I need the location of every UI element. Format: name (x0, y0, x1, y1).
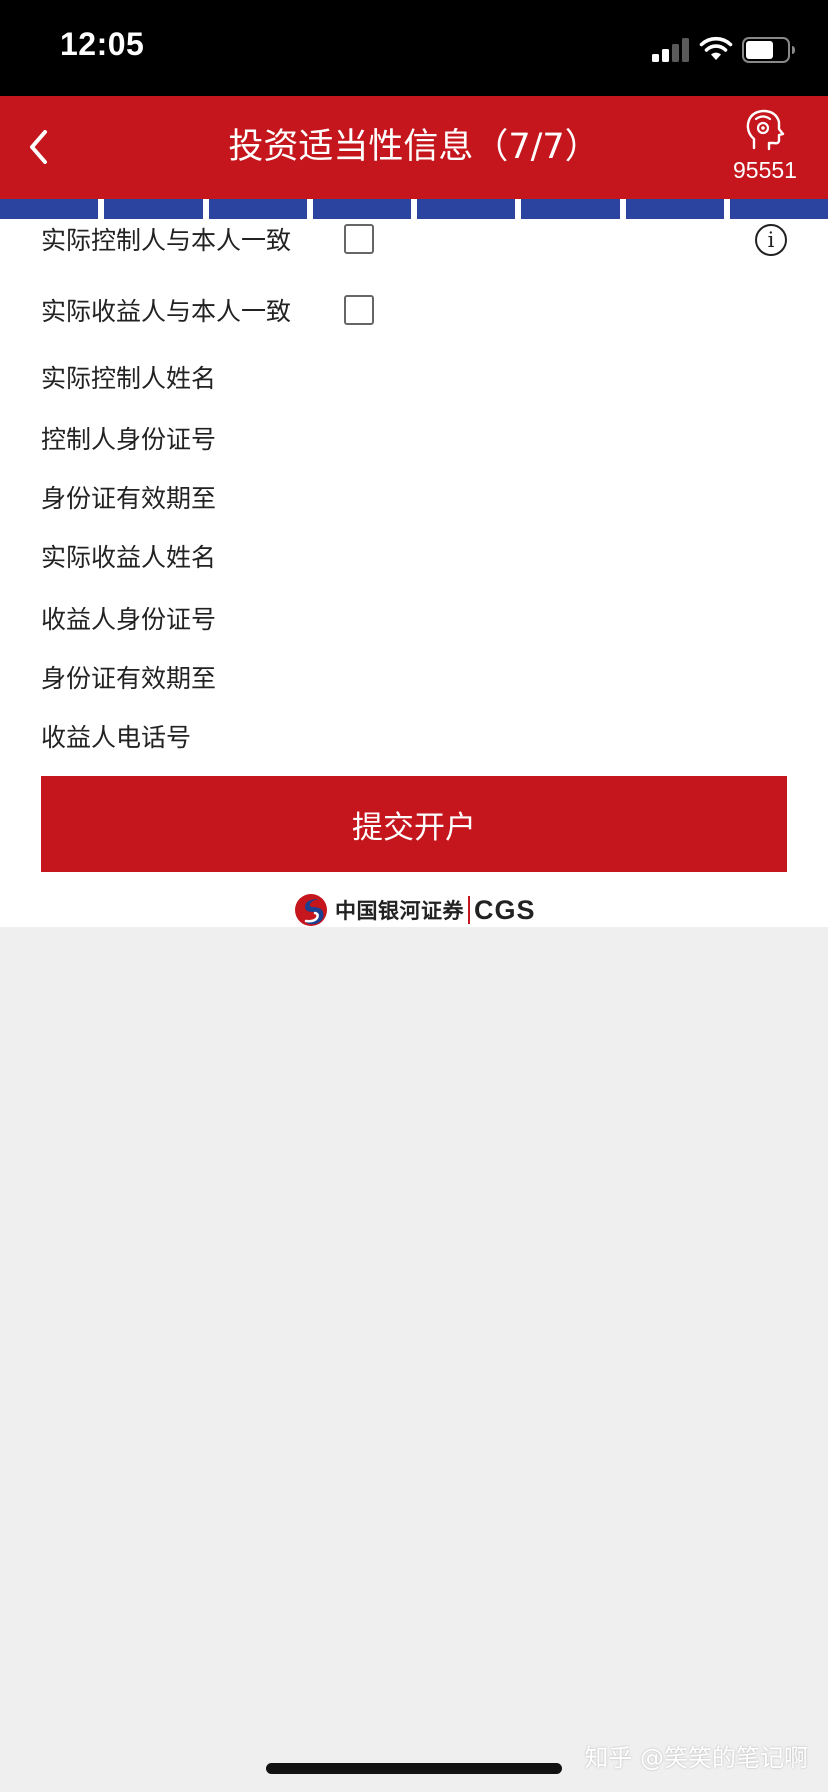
form-row-controller-name[interactable]: 实际控制人姓名 (41, 359, 216, 399)
progress-segment (417, 199, 516, 219)
beneficiary-name-label: 实际收益人姓名 (41, 543, 217, 572)
service-hotline-number: 95551 (733, 157, 797, 183)
controller-id-expiry-label: 身份证有效期至 (41, 484, 217, 513)
progress-segment (729, 199, 828, 219)
form-row-beneficiary-phone[interactable]: 收益人电话号 (41, 718, 191, 758)
submit-account-button[interactable]: 提交开户 (41, 776, 787, 872)
progress-segment (0, 199, 99, 219)
progress-segment (104, 199, 203, 219)
controller-name-label: 实际控制人姓名 (41, 364, 217, 393)
progress-segment (312, 199, 411, 219)
progress-segment (208, 199, 307, 219)
progress-segment (625, 199, 724, 219)
back-button[interactable] (20, 122, 60, 172)
brand-name-english: CGS (474, 894, 536, 925)
cellular-signal-icon (652, 38, 690, 62)
form-row-beneficiary-id-expiry[interactable]: 身份证有效期至 (41, 659, 216, 699)
chevron-left-icon (30, 130, 47, 164)
beneficiary-id-label: 收益人身份证号 (41, 605, 217, 634)
status-time: 12:05 (60, 26, 145, 62)
brand-divider (468, 896, 470, 924)
progress-segment (521, 199, 620, 219)
battery-icon (742, 37, 795, 63)
beneficiary-same-label: 实际收益人与本人一致 (41, 297, 292, 326)
controller-id-label: 控制人身份证号 (41, 425, 217, 454)
form-row-controller-id[interactable]: 控制人身份证号 (41, 420, 216, 460)
form-panel: 实际控制人与本人一致 i 实际收益人与本人一致 实际控制人姓名 控制人身份证号 … (0, 219, 828, 927)
customer-service-headset-icon (746, 109, 785, 151)
wifi-icon (699, 36, 733, 60)
step-progress-bar (0, 199, 828, 219)
home-indicator[interactable] (266, 1763, 562, 1774)
status-bar: 12:05 (0, 0, 828, 96)
beneficiary-same-checkbox[interactable] (344, 295, 374, 325)
controller-same-checkbox[interactable] (344, 224, 374, 254)
form-row-beneficiary-id[interactable]: 收益人身份证号 (41, 600, 216, 640)
nav-bar: 投资适当性信息（7/7） 95551 (0, 96, 828, 199)
info-icon[interactable]: i (755, 224, 787, 256)
controller-same-label: 实际控制人与本人一致 (41, 226, 292, 255)
form-row-beneficiary-name[interactable]: 实际收益人姓名 (41, 538, 216, 578)
brand-logo: 中国银河证券 CGS (293, 891, 536, 929)
cgs-logo-mark-icon (295, 894, 327, 926)
page-title: 投资适当性信息（7/7） (228, 127, 600, 167)
form-row-controller-id-expiry[interactable]: 身份证有效期至 (41, 479, 216, 519)
beneficiary-phone-label: 收益人电话号 (41, 723, 192, 752)
customer-service-button[interactable]: 95551 (728, 108, 802, 190)
beneficiary-id-expiry-label: 身份证有效期至 (41, 664, 217, 693)
form-row-controller-same: 实际控制人与本人一致 (41, 221, 291, 261)
form-row-beneficiary-same: 实际收益人与本人一致 (41, 292, 291, 332)
brand-name-chinese: 中国银河证券 (335, 899, 464, 923)
watermark: 知乎 @笑笑的笔记啊 (584, 1744, 808, 1772)
